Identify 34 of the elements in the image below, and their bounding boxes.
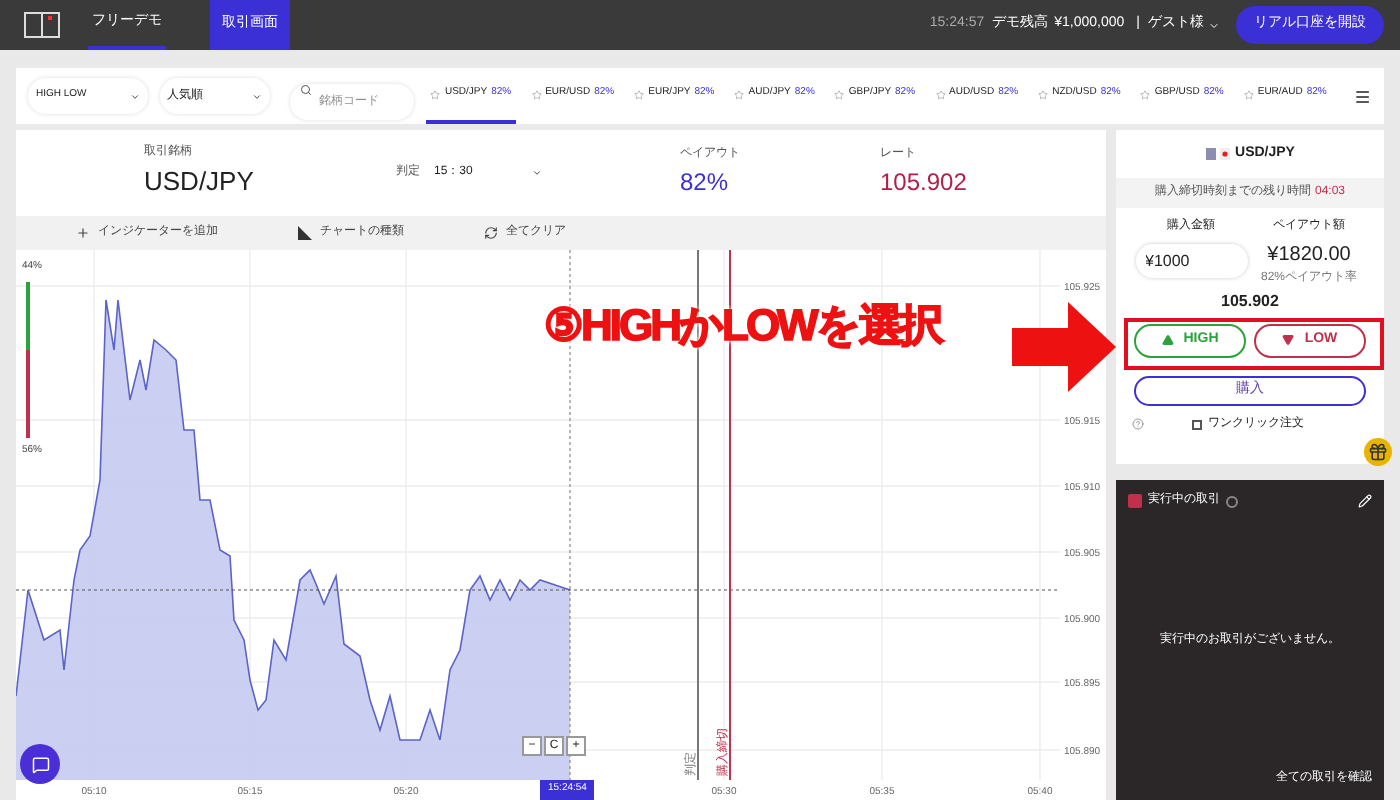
flag-icon [1205,148,1230,161]
search-icon [300,84,313,96]
gift-icon[interactable] [1364,438,1392,466]
star-icon [935,89,946,99]
positions-icon [1128,494,1142,508]
caret-icon [532,168,542,178]
menu-icon[interactable] [1354,87,1372,105]
plus-icon [76,226,90,240]
caret-icon [129,91,140,101]
payout-amount: ¥1820.00 [1267,241,1351,269]
caret-icon [252,91,263,101]
pen-icon[interactable] [1358,494,1372,508]
amount-field[interactable]: ¥1000 [1135,243,1247,277]
star-icon [1140,89,1151,99]
star-icon [1038,89,1049,99]
up-triangle-icon [1161,334,1174,346]
payout-value: 82% [680,166,731,200]
star-icon [834,89,845,99]
star-icon [531,89,542,99]
star-icon [734,89,745,99]
star-icon [430,89,441,99]
logo-icon [24,12,60,38]
star-icon [634,89,645,99]
count-icon [1226,495,1238,507]
rate-value: 105.902 [880,166,967,200]
chart-icon [298,226,312,240]
star-icon [1243,89,1254,99]
refresh-icon [484,226,498,240]
down-triangle-icon [1282,334,1295,346]
arrow-icon [1012,302,1116,392]
symbol-value: USD/JPY [144,164,256,201]
chat-icon [31,755,49,773]
caret-icon [1208,19,1220,31]
order-rate: 105.902 [1221,289,1279,313]
